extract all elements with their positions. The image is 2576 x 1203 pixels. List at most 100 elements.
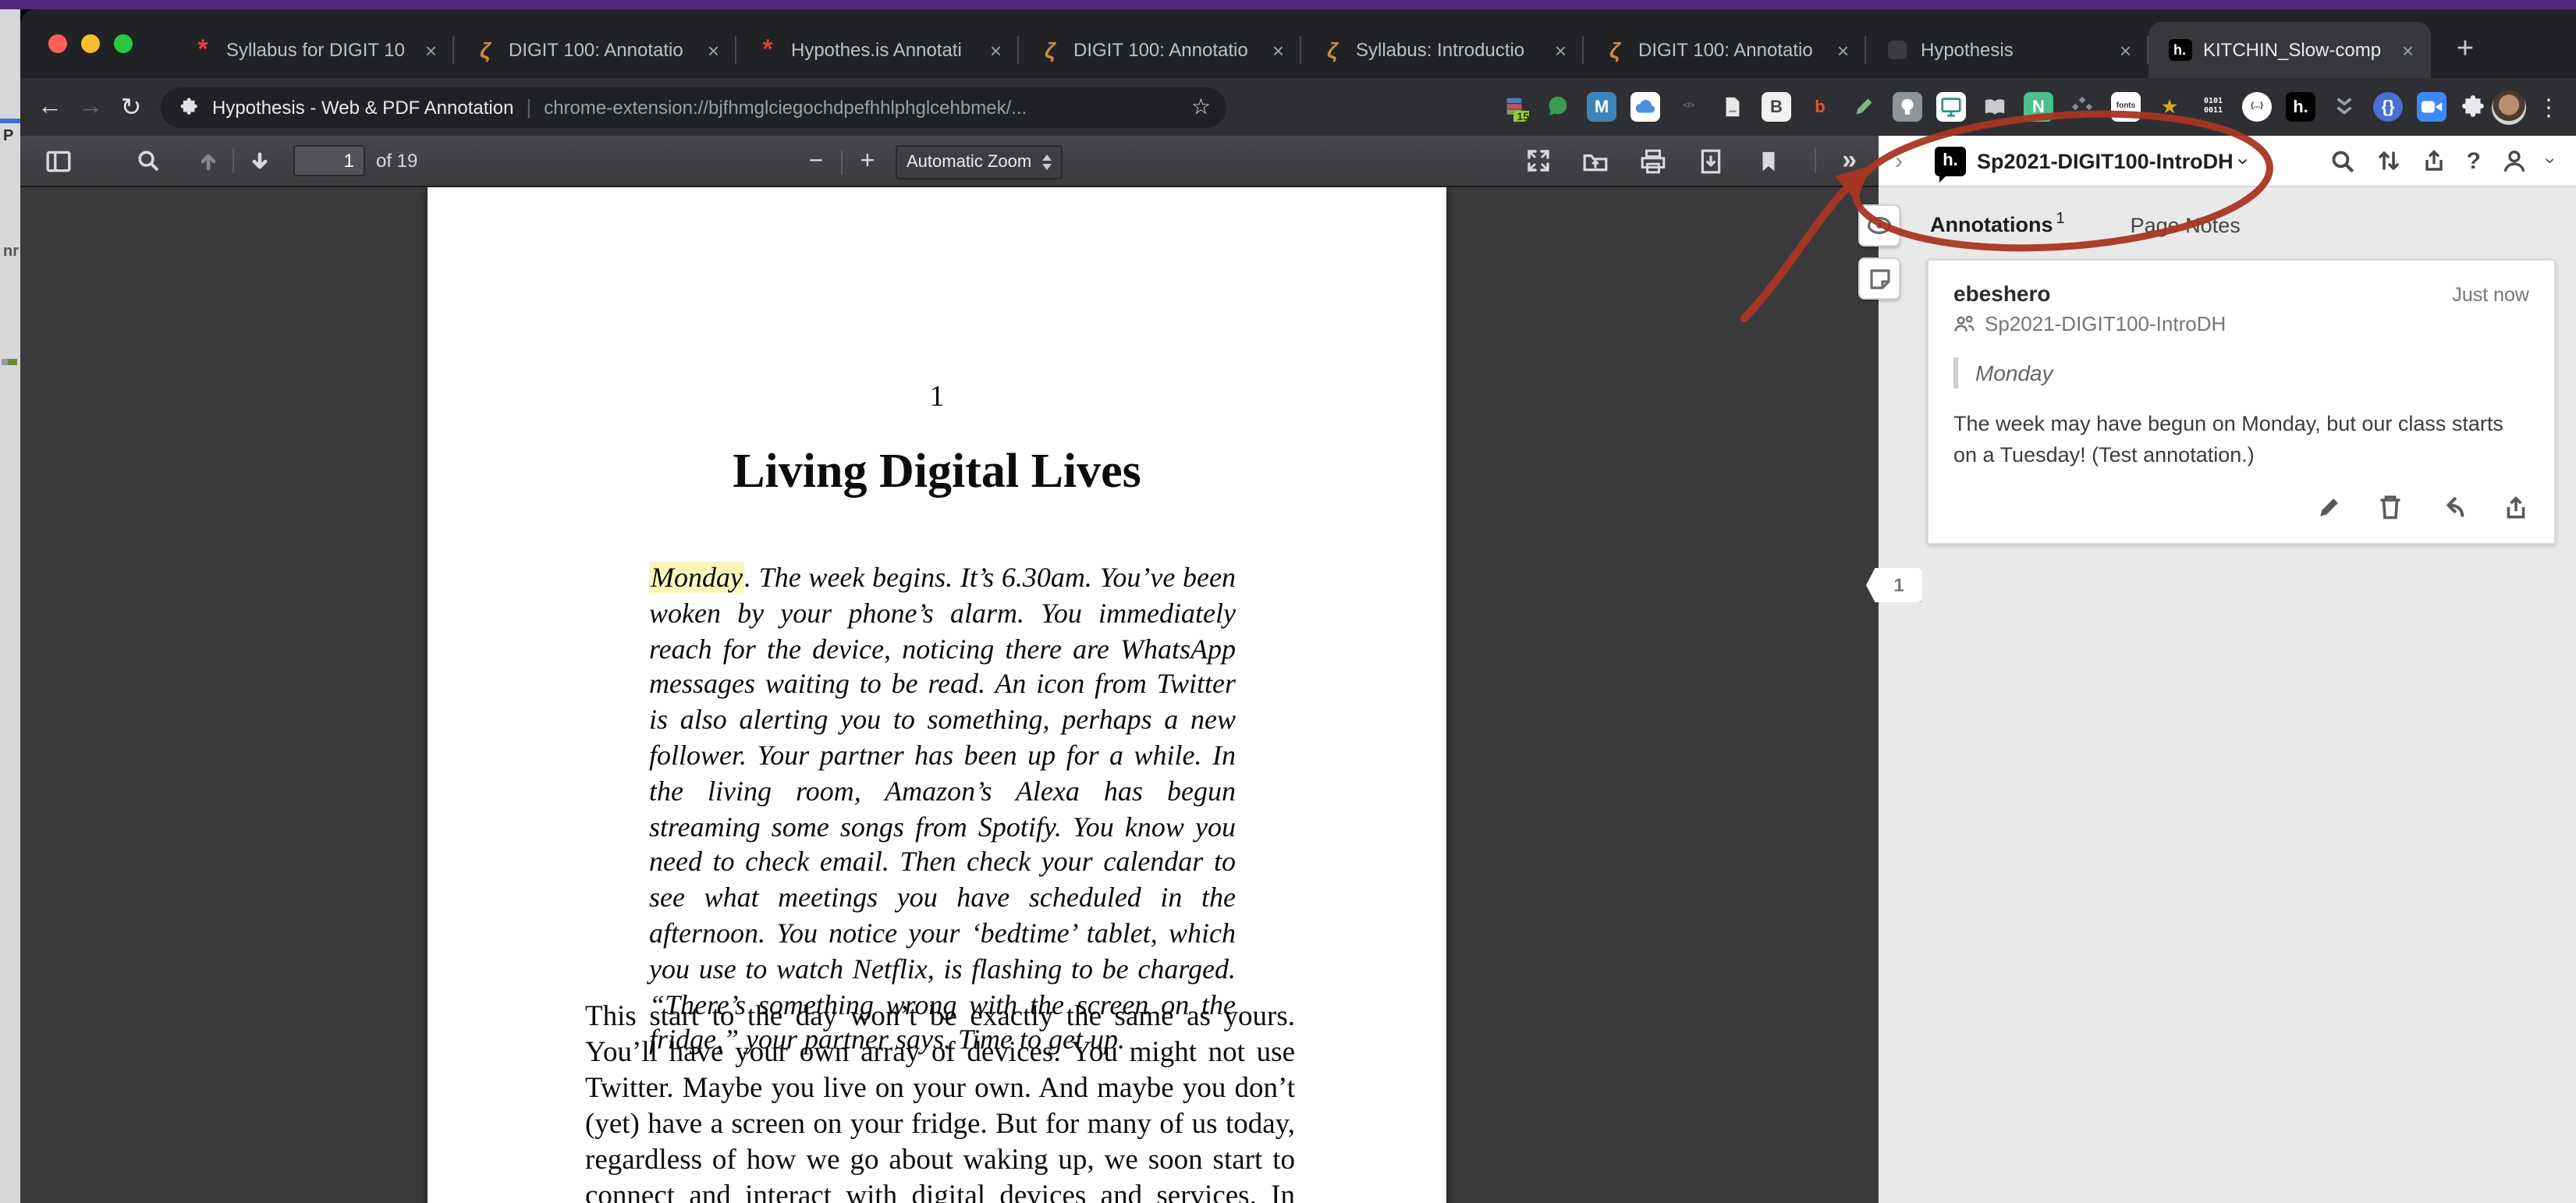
toolbar-more-tools-icon[interactable] xyxy=(1842,145,1857,176)
presentation-mode-icon[interactable] xyxy=(1519,142,1556,179)
book-stack-extension-icon[interactable]: 15 xyxy=(1499,92,1529,122)
leaf-bubble-extension-icon[interactable] xyxy=(1543,92,1573,122)
background-window-mark xyxy=(2,359,17,365)
pen-extension-icon[interactable] xyxy=(1849,92,1879,122)
hypothesis-extension-icon[interactable]: h. xyxy=(2286,92,2315,122)
extensions-menu-icon[interactable] xyxy=(2461,94,2487,120)
share-annotation-icon[interactable] xyxy=(2501,493,2529,521)
toggle-highlights-button[interactable] xyxy=(1858,204,1900,247)
browser-tab-5[interactable]: ζ DIGIT 100: Annotatio xyxy=(1584,22,1866,78)
tab-close-icon[interactable] xyxy=(703,38,724,62)
find-icon[interactable] xyxy=(130,142,167,179)
open-file-icon[interactable] xyxy=(1577,142,1614,179)
account-chevron-icon[interactable] xyxy=(2540,158,2562,164)
tab-close-icon[interactable] xyxy=(420,38,442,62)
star-extension-icon[interactable]: ★ xyxy=(2155,92,2184,122)
sage2-extension-icon[interactable] xyxy=(1936,92,1966,122)
address-bar[interactable]: Hypothesis - Web & PDF Annotation | chro… xyxy=(161,87,1226,127)
delete-icon[interactable] xyxy=(2376,493,2404,521)
browser-tab-7[interactable]: h. KITCHIN_Slow-comp xyxy=(2148,22,2431,78)
braces-extension-icon[interactable]: {} xyxy=(2373,92,2403,122)
back-icon[interactable] xyxy=(30,87,70,127)
document-extension-icon[interactable] xyxy=(1718,92,1747,122)
previous-page-icon[interactable] xyxy=(189,142,226,179)
highlighted-text[interactable]: Monday xyxy=(649,562,744,593)
double-chevron-extension-icon[interactable] xyxy=(2329,92,2359,122)
sort-icon[interactable] xyxy=(2376,148,2401,173)
forward-icon[interactable] xyxy=(70,87,111,127)
close-window-button[interactable] xyxy=(48,34,67,53)
tab-annotations[interactable]: Annotations 1 xyxy=(1930,211,2065,236)
annotation-group-link[interactable]: Sp2021-DIGIT100-IntroDH xyxy=(1953,312,2529,335)
b-letter-extension-icon[interactable]: B xyxy=(1762,92,1791,122)
reload-icon[interactable] xyxy=(111,87,151,127)
background-text-fragment: P xyxy=(3,128,14,145)
new-tab-button[interactable]: + xyxy=(2443,28,2487,72)
next-page-icon[interactable] xyxy=(240,142,278,179)
tab-title: Syllabus: Introductio xyxy=(1356,39,1525,61)
zoom-in-icon[interactable] xyxy=(849,143,886,180)
tab-title: Syllabus for DIGIT 10 xyxy=(226,39,405,61)
bitly-extension-icon[interactable]: b xyxy=(1805,92,1835,122)
cloud-extension-icon[interactable] xyxy=(1630,92,1660,122)
open-book-extension-icon[interactable] xyxy=(1980,92,2010,122)
annotation-page-marker[interactable]: 1 xyxy=(1866,568,1922,602)
tab-close-icon[interactable] xyxy=(2397,38,2418,62)
search-icon[interactable] xyxy=(2329,147,2356,174)
print-icon[interactable] xyxy=(1634,142,1672,179)
tab-close-icon[interactable] xyxy=(1550,38,1571,62)
browser-tab-6[interactable]: Hypothesis xyxy=(1866,22,2148,78)
tab-close-icon[interactable] xyxy=(2115,38,2136,62)
diamonds-extension-icon[interactable] xyxy=(2067,92,2097,122)
share-icon[interactable] xyxy=(2422,148,2446,173)
browser-tab-3[interactable]: ζ DIGIT 100: Annotatio xyxy=(1019,22,1301,78)
download-icon[interactable] xyxy=(1692,142,1730,179)
n-letter-extension-icon[interactable]: N xyxy=(2024,92,2053,122)
tab-close-icon[interactable] xyxy=(985,38,1006,62)
collapse-sidebar-icon[interactable] xyxy=(1885,147,1913,174)
select-caret-icon xyxy=(1042,154,1052,169)
extension-title: Hypothesis - Web & PDF Annotation xyxy=(212,96,514,118)
new-page-note-button[interactable] xyxy=(1858,257,1900,300)
zoom-level-select[interactable]: Automatic Zoom xyxy=(896,144,1063,179)
group-selector-chevron-icon[interactable] xyxy=(2233,158,2256,165)
annotation-card[interactable]: ebeshero Just now Sp2021-DIGIT100-IntroD… xyxy=(1927,259,2556,545)
zoom-out-icon[interactable] xyxy=(797,143,835,180)
annotation-group-name: Sp2021-DIGIT100-IntroDH xyxy=(1985,312,2227,335)
account-icon[interactable] xyxy=(2501,147,2528,174)
binary-extension-icon[interactable]: 0101 0011 xyxy=(2198,92,2228,122)
edit-icon[interactable] xyxy=(2314,493,2342,521)
lightbulb-extension-icon[interactable] xyxy=(1893,92,1922,122)
tab-page-notes[interactable]: Page Notes xyxy=(2131,213,2241,236)
fonts-extension-icon[interactable]: fonts xyxy=(2111,92,2141,122)
current-view-bookmark-icon[interactable] xyxy=(1750,142,1787,179)
zoom-camera-extension-icon[interactable] xyxy=(2417,92,2446,122)
m-letter-extension-icon[interactable]: M xyxy=(1587,92,1616,122)
zoom-window-button[interactable] xyxy=(114,34,133,53)
help-icon[interactable] xyxy=(2467,147,2481,174)
chrome-menu-icon[interactable] xyxy=(2537,93,2560,121)
window-controls xyxy=(48,34,133,53)
annotation-timestamp[interactable]: Just now xyxy=(2452,284,2529,306)
reply-icon[interactable] xyxy=(2439,493,2467,521)
group-selector[interactable]: Sp2021-DIGIT100-IntroDH xyxy=(1977,149,2234,172)
page-number-input[interactable] xyxy=(293,145,365,176)
browser-tab-2[interactable]: * Hypothes.is Annotati xyxy=(736,22,1019,78)
browser-tab-1[interactable]: ζ DIGIT 100: Annotatio xyxy=(454,22,736,78)
toggle-sidebar-icon[interactable] xyxy=(39,142,76,179)
bookmark-star-icon[interactable] xyxy=(1191,94,1211,120)
braces-ellipsis-extension-icon[interactable]: {...} xyxy=(2242,92,2272,122)
browser-tab-0[interactable]: * Syllabus for DIGIT 10 xyxy=(172,22,454,78)
annotation-author[interactable]: ebeshero xyxy=(1953,281,2051,306)
minimize-window-button[interactable] xyxy=(81,34,100,53)
pdf-canvas-area[interactable]: 1 Living Digital Lives Monday. The week … xyxy=(20,187,1879,1203)
sidebar-tabs: Annotations 1 Page Notes xyxy=(1879,187,2576,236)
browser-window: * Syllabus for DIGIT 10 ζ DIGIT 100: Annota… xyxy=(20,9,2576,1203)
browser-tab-4[interactable]: ζ Syllabus: Introductio xyxy=(1301,22,1584,78)
tab-title: KITCHIN_Slow-comp xyxy=(2203,39,2382,61)
tab-close-icon[interactable] xyxy=(1833,38,1854,62)
profile-avatar[interactable] xyxy=(2492,90,2526,124)
code-tags-extension-icon[interactable]: </> xyxy=(1674,92,1704,122)
gecko-favicon-icon: ζ xyxy=(1045,37,1056,62)
tab-close-icon[interactable] xyxy=(1268,38,1289,62)
